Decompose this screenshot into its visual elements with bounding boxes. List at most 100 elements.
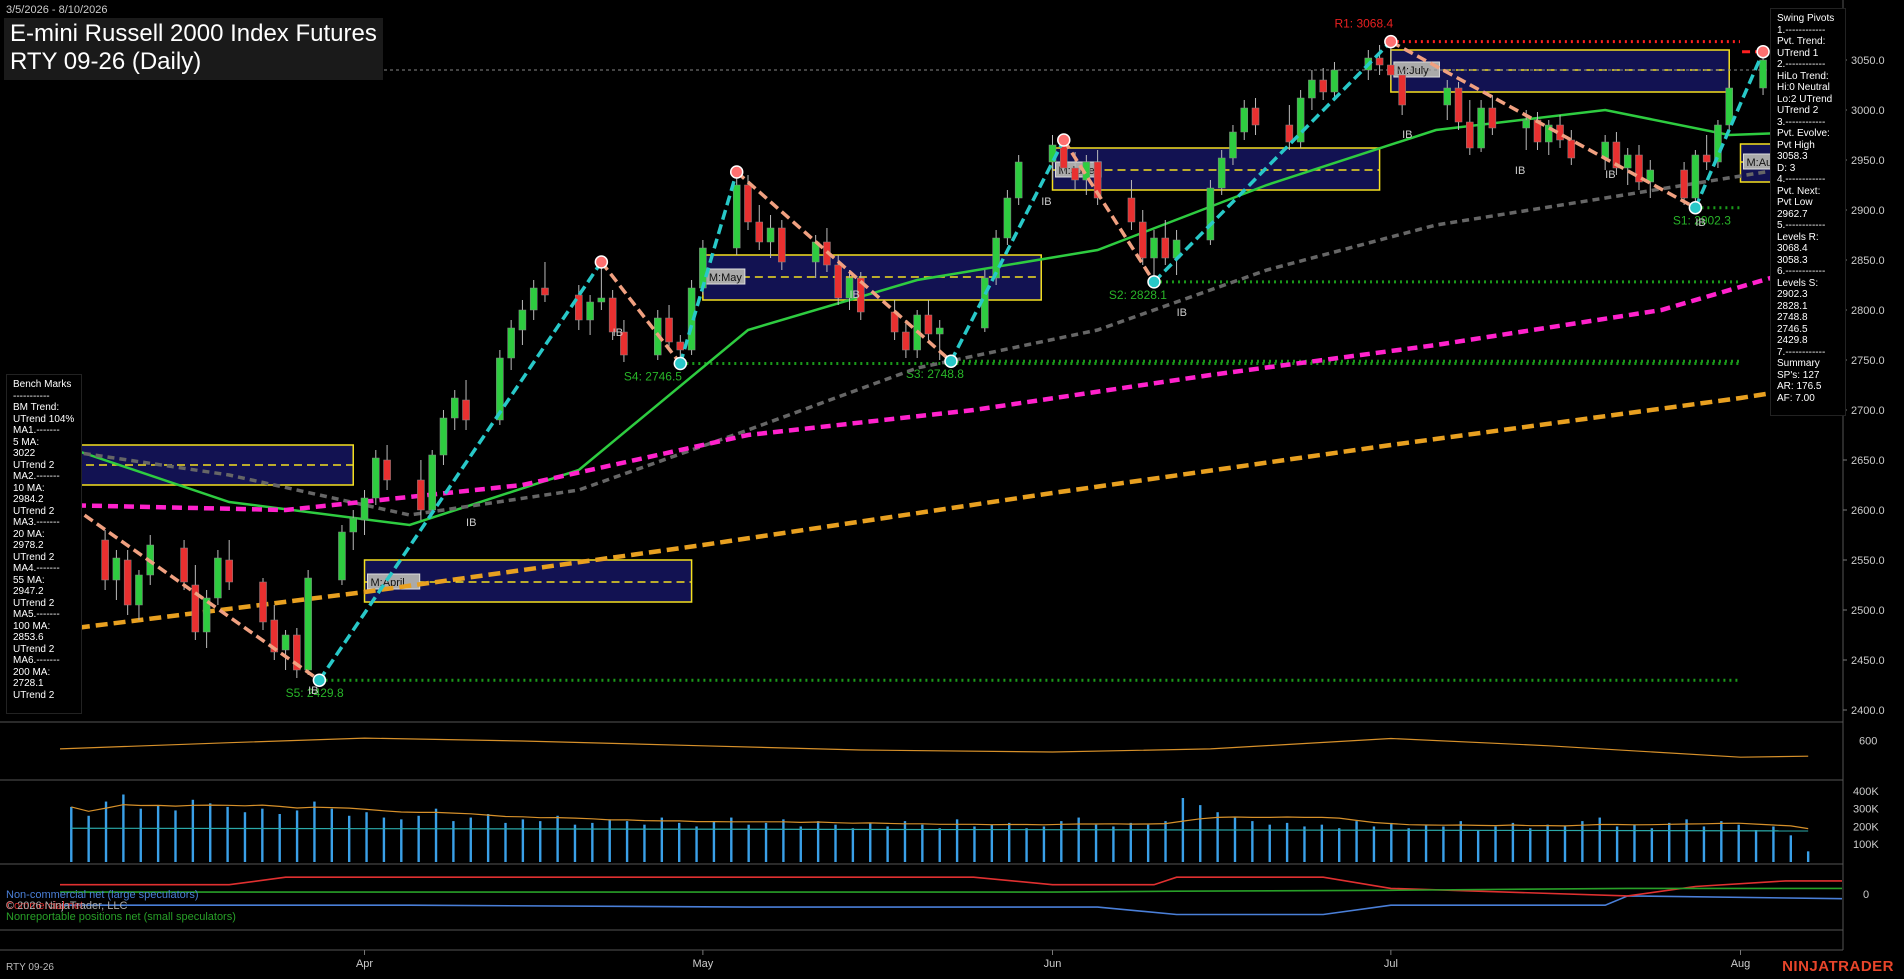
candle (338, 525, 346, 585)
candle-body (665, 317, 673, 343)
candle (890, 300, 899, 340)
panel-line: 2978.2 (13, 540, 44, 551)
panel-line: 2429.8 (1777, 335, 1808, 346)
candle-body (1477, 107, 1485, 149)
candle-body (541, 287, 549, 296)
y-tick-label: 3050.0 (1851, 55, 1885, 67)
resistance-label: R1: 3068.4 (1334, 17, 1393, 31)
candle-body (191, 584, 200, 633)
candle-body (1138, 221, 1147, 259)
y-tick-label: 2400.0 (1851, 705, 1885, 717)
candle (1172, 230, 1181, 275)
swing-point-marker (673, 356, 688, 371)
panel-line: MA4.------- (13, 563, 60, 574)
swing-pivots-panel: Swing Pivots 1.------------ Pvt. Trend: UTr… (1770, 8, 1846, 416)
panel-line: 3.------------ (1777, 116, 1826, 128)
candle-body (428, 454, 436, 511)
candle (123, 550, 132, 615)
candle-body (1759, 59, 1767, 89)
panel-line: 2748.8 (1777, 312, 1808, 323)
x-tick-label: Jul (1384, 958, 1398, 970)
candle-body (1387, 64, 1395, 76)
panel-line: 2853.6 (13, 632, 44, 643)
y-tick-label: 2600.0 (1851, 505, 1885, 517)
panel-line: Pvt. Next: (1777, 185, 1821, 197)
panel-line: UTrend 2 (13, 689, 55, 701)
candle (1251, 98, 1260, 135)
panel-line: Lo:2 UTrend (1777, 93, 1833, 105)
panel-line: 55 MA: (13, 574, 45, 586)
swing-point-marker (944, 354, 958, 368)
candle (1545, 120, 1553, 155)
panel-line: UTrend 2 (1777, 105, 1819, 116)
swing-zigzag-segment (317, 261, 603, 682)
panel-line: 2746.5 (1777, 323, 1808, 335)
candle-body (225, 559, 233, 583)
candle-body (1003, 197, 1012, 239)
panel-line: Pvt Low (1777, 197, 1813, 208)
panel-line: UTrend 1 (1777, 47, 1819, 59)
x-tick-label: Apr (356, 958, 373, 970)
candle (349, 510, 357, 550)
ib-label: IB (466, 517, 476, 529)
candle-body (417, 479, 425, 511)
candle-body (1240, 107, 1248, 133)
candle (1308, 70, 1316, 110)
cot-tick-label: 0 (1863, 889, 1869, 901)
candle (1138, 210, 1147, 265)
candle-body (1296, 97, 1305, 143)
candle-body (1454, 87, 1463, 123)
candle-body (1702, 154, 1711, 163)
candle (1702, 135, 1711, 170)
candle-body (1330, 69, 1339, 93)
candle-body (507, 327, 515, 359)
candle-body (101, 539, 109, 581)
swing-point-marker (1756, 44, 1770, 59)
swing-point-marker (594, 255, 609, 269)
panel-line: UTrend 2 (13, 597, 55, 609)
candle (304, 570, 312, 675)
candle (191, 565, 200, 640)
candle-body (1567, 139, 1576, 159)
panel-line: 4.------------ (1777, 174, 1826, 185)
ninjatrader-logo: NINJATRADER (1782, 958, 1894, 975)
panel-line: 2984.2 (13, 494, 44, 505)
candle (383, 445, 391, 490)
panel-line: SP's: 127 (1777, 369, 1820, 381)
candle-body (450, 397, 459, 419)
candle-body (1522, 119, 1530, 129)
moving-average-line (59, 379, 1843, 633)
ib-label: IB (1515, 165, 1525, 177)
y-tick-label: 2950.0 (1851, 155, 1885, 167)
panel-line: ----------- (13, 390, 50, 402)
panel-line: Pvt. Evolve: (1777, 128, 1830, 139)
ib-label: IB (1605, 169, 1615, 181)
ib-label: IB (1177, 307, 1187, 319)
candle (1319, 68, 1327, 100)
candle (597, 262, 606, 310)
candle-body (1150, 237, 1158, 259)
swing-zigzag-segment (949, 139, 1066, 362)
panel-line: Levels R: (1777, 231, 1819, 243)
support-label: S2: 2828.1 (1109, 288, 1167, 302)
candle-body (112, 557, 121, 581)
candle-body (135, 574, 143, 606)
candle-body (732, 184, 741, 249)
candle (1477, 100, 1485, 152)
candle (755, 205, 764, 250)
panel-line: MA1.------- (13, 425, 60, 436)
price-chart[interactable]: 2400.0 2450.0 2500.0 2550.0 2600.0 2650.0 2700… (0, 0, 1904, 979)
candle-body (518, 309, 527, 331)
candle-body (1623, 154, 1632, 169)
y-tick-label: 2700.0 (1851, 405, 1885, 417)
x-tick-label: Jun (1044, 958, 1062, 970)
cot-legend: Non-commercial net (large speculators) Co… (6, 890, 236, 923)
volume-tick-label: 400K (1853, 786, 1879, 798)
candle-body (1217, 157, 1226, 189)
bench-marks-panel: Bench Marks ----------- BM Trend: UTrend 10… (6, 374, 82, 714)
panel-line: 2902.3 (1777, 289, 1808, 300)
support-label: S3: 2748.8 (906, 367, 964, 381)
panel-line: 1.------------ (1777, 24, 1826, 36)
candle-body (1071, 167, 1079, 181)
candle-body (383, 459, 391, 481)
